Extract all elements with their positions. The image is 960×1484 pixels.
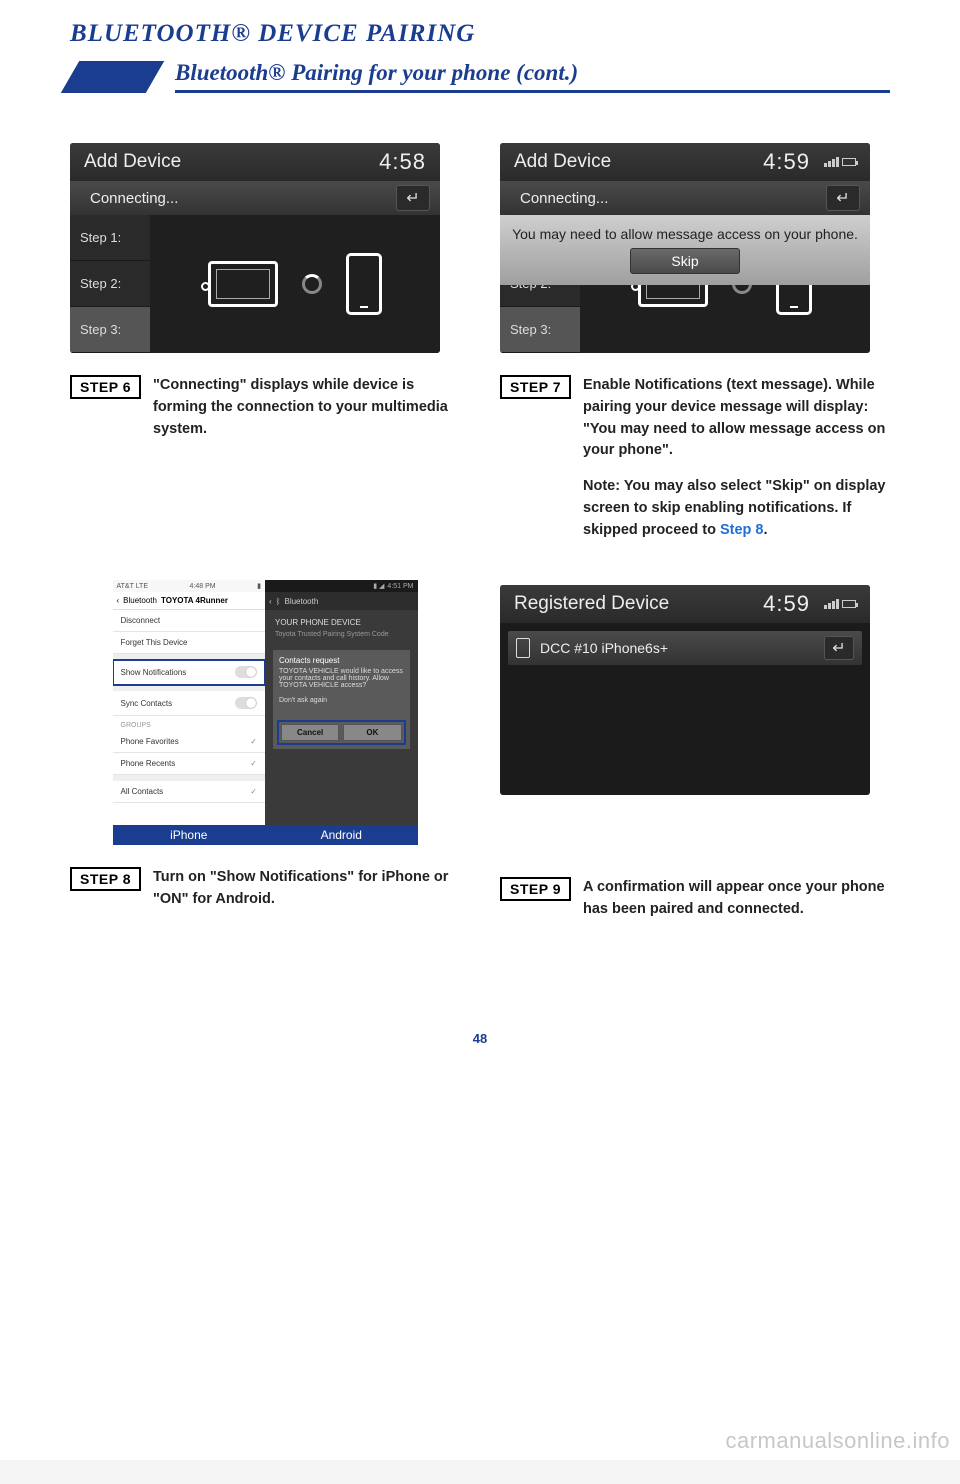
iphone-row-recents-label: Phone Recents [121,759,176,768]
step-text-9: A confirmation will appear once your pho… [583,877,890,921]
phone-outline-icon [516,638,530,658]
page-number: 48 [70,1031,890,1046]
back-button[interactable]: ↵ [826,185,860,211]
step-badge-8: STEP 8 [70,867,141,891]
step-badge-6: STEP 6 [70,375,141,399]
android-status-signal-icon: ▮ ◢ [373,582,384,590]
iphone-screenshot: AT&T LTE 4:48 PM ▮ ‹ Bluetooth TOYOTA 4R… [113,580,266,825]
wizard-step-3[interactable]: Step 3: [70,307,150,353]
iphone-row-forget[interactable]: Forget This Device [113,632,266,654]
step-text-6: "Connecting" displays while device is fo… [153,375,460,440]
phone-icon [346,253,382,315]
bluetooth-icon: ᛒ [276,597,281,606]
screen-clock: 4:58 [379,149,426,175]
back-arrow-icon: ↵ [836,188,849,208]
step-text-7: Enable Notifications (text message). Whi… [583,375,890,555]
android-section-sub: Toyota Trusted Pairing System Code [269,631,414,645]
android-status-time: 4:51 PM [387,583,413,590]
manual-page: BLUETOOTH® DEVICE PAIRING Bluetooth® Pai… [0,0,960,1460]
permission-popup: You may need to allow message access on … [500,215,870,285]
iphone-row-favorites-label: Phone Favorites [121,737,179,746]
android-nav-title: Bluetooth [284,597,318,606]
registered-device-row[interactable]: DCC #10 iPhone6s+ ↵ [508,631,862,665]
android-dialog: Contacts request TOYOTA VEHICLE would li… [273,650,410,749]
popup-message: You may need to allow message access on … [512,226,858,242]
android-ok-button[interactable]: OK [343,724,401,741]
step-text-8: Turn on "Show Notifications" for iPhone … [153,867,460,911]
step7-paragraph-2: Note: You may also select "Skip" on disp… [583,476,890,541]
section-subheading: Bluetooth® Pairing for your phone (cont.… [175,60,578,88]
spinner-icon [302,274,322,294]
screen-subtitle: Connecting... [90,190,178,207]
iphone-row-favorites[interactable]: Phone Favorites ✓ [113,731,266,753]
watermark: carmanualsonline.info [725,1428,950,1454]
screen-subtitle: Connecting... [520,190,608,207]
phone-screenshots-row: AT&T LTE 4:48 PM ▮ ‹ Bluetooth TOYOTA 4R… [113,580,418,825]
caption-android: Android [265,825,418,845]
wizard-step-2[interactable]: Step 2: [70,261,150,307]
signal-bars-icon [824,599,839,609]
back-button[interactable]: ↵ [824,636,854,660]
screen-title: Registered Device [514,593,669,615]
chevron-left-icon: ‹ [269,597,272,606]
wizard-step-1[interactable]: Step 1: [70,215,150,261]
checkmark-icon: ✓ [250,787,257,796]
iphone-row-all-contacts[interactable]: All Contacts ✓ [113,781,266,803]
back-arrow-icon: ↵ [406,188,419,208]
step7-paragraph-1: Enable Notifications (text message). Whi… [583,375,890,462]
page-heading: BLUETOOTH® DEVICE PAIRING [70,20,890,48]
skip-button[interactable]: Skip [630,248,739,274]
iphone-status-time: 4:48 PM [190,583,216,590]
infotainment-screenshot-step6: Add Device 4:58 Connecting... ↵ Step 1: … [70,143,440,353]
caption-iphone: iPhone [113,825,266,845]
iphone-groups-header: GROUPS [113,716,266,731]
android-dialog-checkbox[interactable]: Don't ask again [279,697,404,704]
toggle-icon[interactable] [235,697,257,709]
checkmark-icon: ✓ [250,737,257,746]
toggle-icon[interactable] [235,666,257,678]
phone-captions: iPhone Android [113,825,418,845]
left-column: Add Device 4:58 Connecting... ↵ Step 1: … [70,143,460,951]
screen-clock: 4:59 [763,591,810,617]
right-column: Add Device 4:59 Connecting... ↵ [500,143,890,951]
registered-device-name: DCC #10 iPhone6s+ [540,640,668,656]
checkmark-icon: ✓ [250,759,257,768]
iphone-status-battery-icon: ▮ [257,582,261,590]
iphone-row-sync-contacts-label: Sync Contacts [121,699,173,708]
infotainment-screenshot-step7: Add Device 4:59 Connecting... ↵ [500,143,870,353]
section-subheading-row: Bluetooth® Pairing for your phone (cont.… [70,60,890,93]
wizard-step-3[interactable]: Step 3: [500,307,580,353]
iphone-row-disconnect[interactable]: Disconnect [113,610,266,632]
step7-link-step8: Step 8 [720,522,764,538]
iphone-status-carrier: AT&T LTE [117,583,149,590]
infotainment-screenshot-step9: Registered Device 4:59 DCC #10 iPhone6s+… [500,585,870,795]
headunit-icon [208,261,278,307]
signal-bars-icon [824,157,839,167]
iphone-row-show-notifications-label: Show Notifications [121,668,187,677]
back-button[interactable]: ↵ [396,185,430,211]
screen-clock: 4:59 [763,149,810,175]
android-screenshot: ▮ ◢ 4:51 PM ‹ ᛒ Bluetooth YOUR PHONE DEV… [265,580,418,825]
subheading-accent [61,61,164,93]
android-section-title: YOUR PHONE DEVICE [269,614,414,631]
android-dialog-body: TOYOTA VEHICLE would like to access your… [279,668,404,689]
iphone-row-all-contacts-label: All Contacts [121,787,164,796]
step-badge-9: STEP 9 [500,877,571,901]
iphone-row-show-notifications[interactable]: Show Notifications [113,660,266,685]
android-dialog-title: Contacts request [279,656,404,665]
iphone-nav-title: TOYOTA 4Runner [161,596,228,605]
back-arrow-icon: ↵ [832,638,845,658]
battery-icon [842,600,856,608]
screen-title: Add Device [84,151,181,173]
step7-note-suffix: . [764,522,768,538]
iphone-row-sync-contacts[interactable]: Sync Contacts [113,691,266,716]
iphone-nav-back[interactable]: Bluetooth [123,596,157,605]
android-cancel-button[interactable]: Cancel [281,724,339,741]
step-badge-7: STEP 7 [500,375,571,399]
iphone-row-recents[interactable]: Phone Recents ✓ [113,753,266,775]
chevron-left-icon: ‹ [117,596,120,605]
battery-icon [842,158,856,166]
screen-title: Add Device [514,151,611,173]
